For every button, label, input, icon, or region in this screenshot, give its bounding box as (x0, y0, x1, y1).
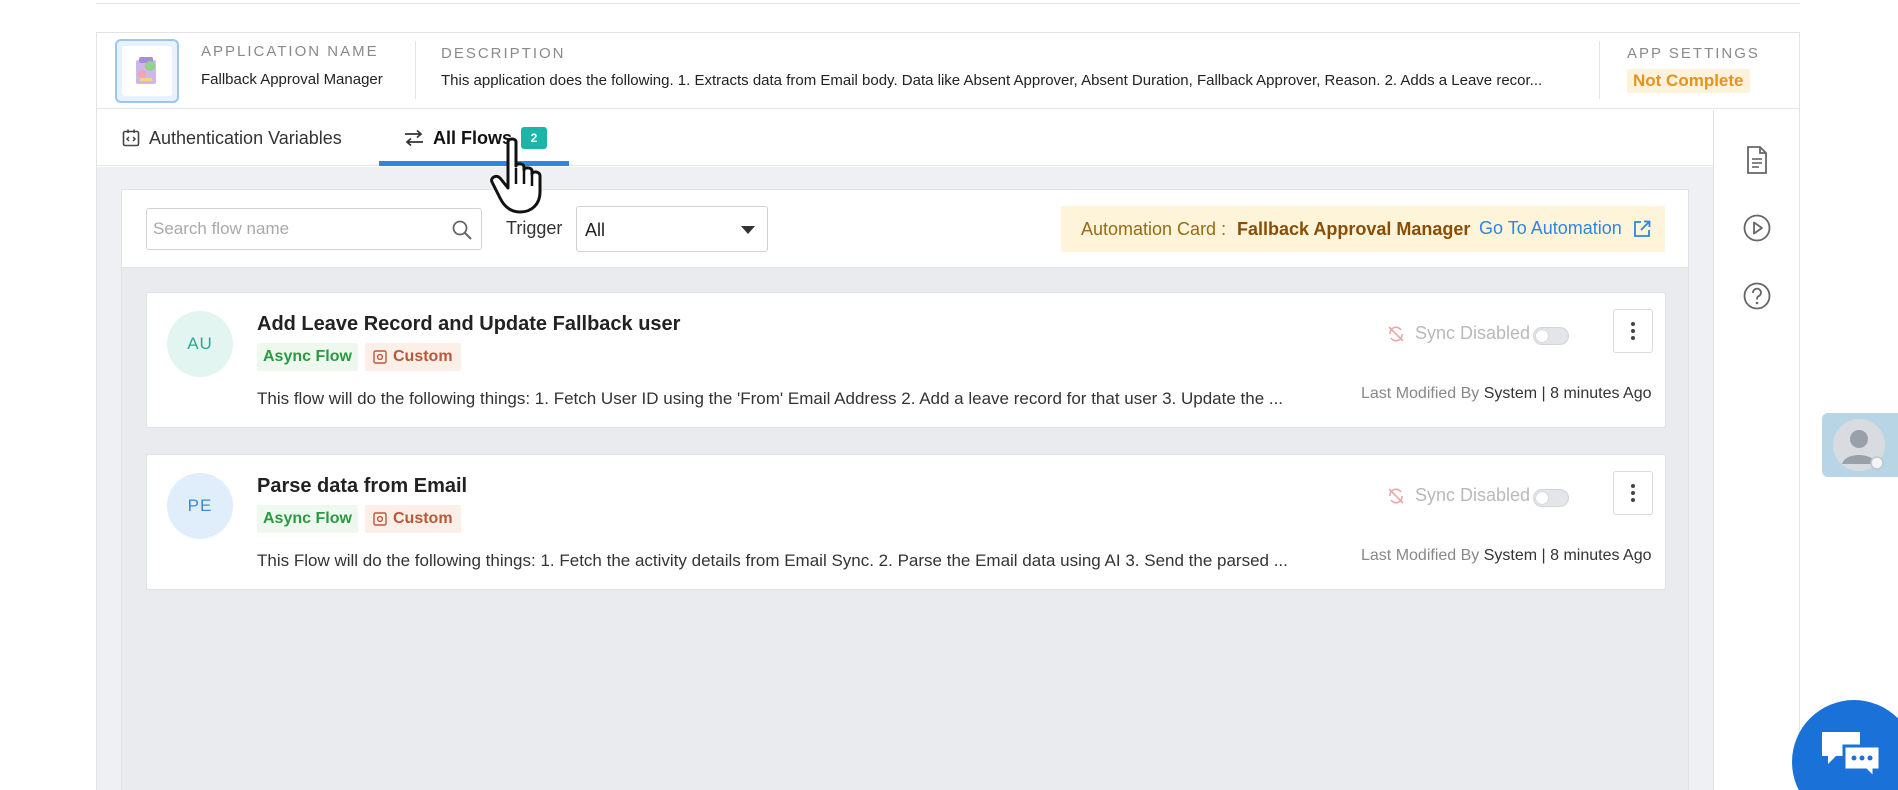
app-name-label: APPLICATION NAME (201, 43, 379, 60)
flow-type-tag: Async Flow (257, 505, 358, 533)
automation-card-banner: Automation Card : Fallback Approval Mana… (1061, 206, 1665, 252)
app-logo[interactable] (115, 39, 179, 103)
search-input[interactable] (153, 209, 443, 249)
header-divider-2 (1599, 41, 1600, 99)
application-panel: APPLICATION NAME Fallback Approval Manag… (96, 32, 1800, 790)
last-modified-value: System | 8 minutes Ago (1483, 385, 1652, 402)
flow-title[interactable]: Parse data from Email (257, 475, 467, 498)
app-root: APPLICATION NAME Fallback Approval Manag… (0, 0, 1898, 790)
flow-avatar: AU (167, 311, 233, 377)
last-modified: Last Modified By System | 8 minutes Ago (1361, 547, 1652, 565)
chat-support-button[interactable] (1792, 700, 1898, 790)
sync-status-label: Sync Disabled (1415, 485, 1531, 505)
flow-description: This Flow will do the following things: … (257, 551, 1288, 570)
document-icon[interactable] (1741, 144, 1773, 176)
chat-bubbles-icon (1822, 732, 1882, 782)
application-header: APPLICATION NAME Fallback Approval Manag… (97, 33, 1799, 109)
last-modified-value: System | 8 minutes Ago (1483, 547, 1652, 564)
sync-status: Sync Disabled (1387, 485, 1530, 506)
trigger-select[interactable]: All (576, 206, 768, 252)
header-divider (415, 41, 416, 99)
auth-variables-icon (122, 129, 140, 147)
sync-toggle[interactable] (1533, 327, 1569, 345)
hand-pointer-cursor-icon (490, 137, 542, 214)
tab-authentication-variables-label: Authentication Variables (149, 127, 342, 148)
flows-arrows-icon (405, 129, 423, 147)
flow-more-menu-button[interactable] (1613, 309, 1653, 353)
flow-card[interactable]: AU Add Leave Record and Update Fallback … (146, 292, 1666, 428)
right-sidebar (1713, 110, 1799, 790)
flow-custom-tag: Custom (365, 343, 461, 371)
sync-disabled-icon (1388, 325, 1404, 342)
flow-type-tag: Async Flow (257, 343, 358, 371)
help-circle-icon[interactable] (1741, 280, 1773, 312)
automation-card-name: Fallback Approval Manager (1237, 219, 1471, 239)
kebab-menu-icon (1631, 322, 1635, 340)
go-to-automation-label: Go To Automation (1479, 218, 1622, 238)
app-document-icon (136, 57, 156, 84)
tab-authentication-variables[interactable]: Authentication Variables (121, 110, 342, 166)
flow-custom-tag-label: Custom (393, 510, 453, 527)
flow-more-menu-button[interactable] (1613, 471, 1653, 515)
app-name: Fallback Approval Manager (201, 71, 383, 88)
sync-toggle[interactable] (1533, 489, 1569, 507)
last-modified-label: Last Modified By (1361, 385, 1480, 402)
user-avatar-icon (1833, 419, 1885, 471)
last-modified: Last Modified By System | 8 minutes Ago (1361, 385, 1652, 403)
flow-avatar: PE (167, 473, 233, 539)
custom-gear-icon (373, 512, 387, 526)
sync-status: Sync Disabled (1387, 323, 1530, 344)
flow-card[interactable]: PE Parse data from Email Async Flow Cust… (146, 454, 1666, 590)
last-modified-label: Last Modified By (1361, 547, 1480, 564)
sync-status-label: Sync Disabled (1415, 323, 1531, 343)
flows-toolbar: Trigger All Automation Card : Fallback A… (122, 190, 1688, 268)
app-description: This application does the following. 1. … (441, 72, 1543, 89)
flows-panel: Trigger All Automation Card : Fallback A… (121, 189, 1689, 790)
app-settings-status-badge[interactable]: Not Complete (1627, 69, 1750, 93)
flow-custom-tag: Custom (365, 505, 461, 533)
automation-card-label: Automation Card : (1081, 219, 1227, 239)
flow-description: This flow will do the following things: … (257, 389, 1284, 408)
custom-gear-icon (373, 350, 387, 364)
flow-custom-tag-label: Custom (393, 348, 453, 365)
user-presence-chip[interactable] (1822, 413, 1898, 477)
caret-down-icon (741, 226, 755, 234)
go-to-automation-link[interactable]: Go To Automation (1479, 218, 1652, 239)
sync-disabled-icon (1388, 487, 1404, 504)
external-link-icon (1633, 220, 1651, 237)
search-icon[interactable] (451, 219, 473, 241)
trigger-label: Trigger (506, 218, 563, 238)
tab-bar: Authentication Variables All Flows 2 (97, 110, 1713, 166)
kebab-menu-icon (1631, 484, 1635, 502)
trigger-selected-value: All (585, 220, 606, 240)
flow-title[interactable]: Add Leave Record and Update Fallback use… (257, 313, 680, 336)
top-divider (96, 0, 1800, 4)
search-box (146, 208, 482, 250)
play-circle-icon[interactable] (1741, 212, 1773, 244)
app-settings-label: APP SETTINGS (1627, 45, 1760, 62)
description-label: DESCRIPTION (441, 45, 566, 62)
